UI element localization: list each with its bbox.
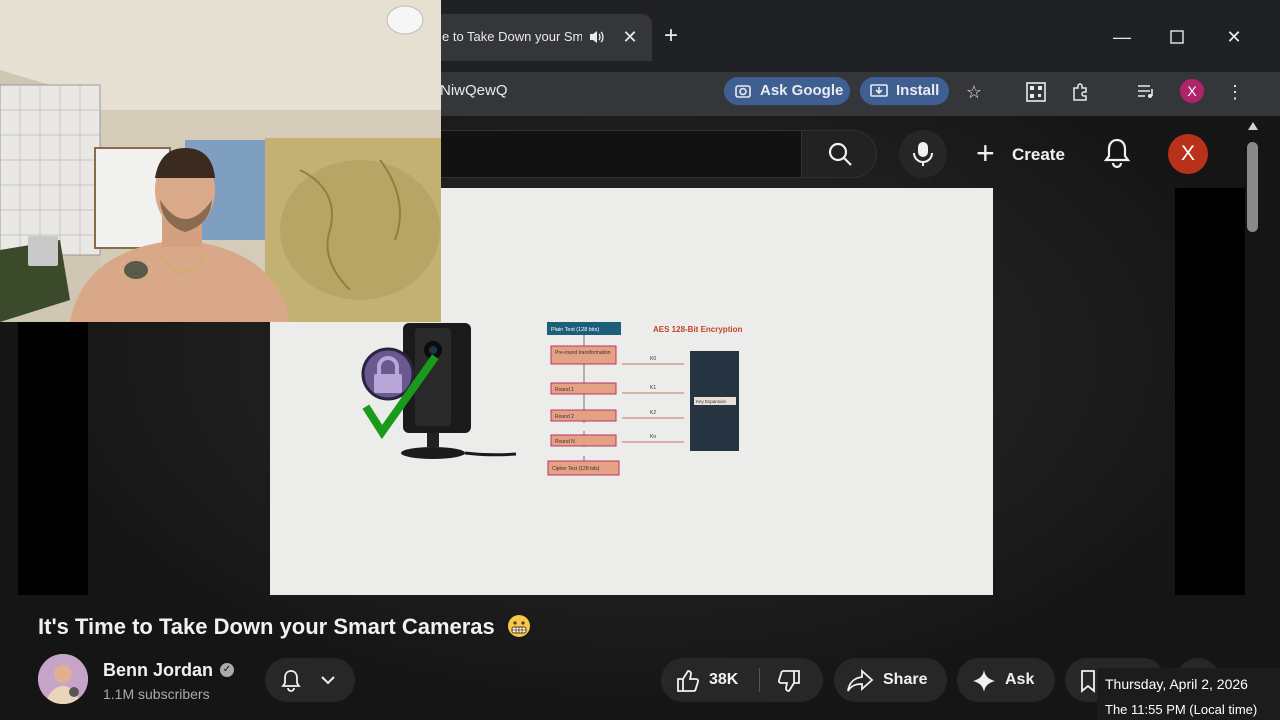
extensions-icon[interactable] xyxy=(1069,80,1093,104)
page-scrollbar[interactable] xyxy=(1246,122,1260,712)
lock-icon xyxy=(361,347,415,401)
share-button[interactable]: Share xyxy=(834,658,947,702)
search-input[interactable] xyxy=(440,130,802,178)
speaker-icon[interactable] xyxy=(588,28,606,46)
qr-code-icon[interactable] xyxy=(1024,80,1048,104)
channel-name[interactable]: Benn Jordan xyxy=(103,660,213,681)
create-button[interactable]: + Create xyxy=(972,130,1072,178)
subscribed-notifications-button[interactable] xyxy=(265,658,355,702)
player-letterbox-left xyxy=(18,321,88,595)
scrollbar-thumb[interactable] xyxy=(1247,142,1258,232)
grimace-emoji-icon xyxy=(507,615,530,637)
tab-close-icon[interactable]: ✕ xyxy=(618,25,642,49)
profile-avatar[interactable]: X xyxy=(1180,79,1204,103)
new-tab-button[interactable]: + xyxy=(658,24,684,50)
thumbs-down-icon xyxy=(777,670,800,692)
notifications-bell-icon[interactable] xyxy=(1100,136,1134,170)
tooltip-time: The 11:55 PM (Local time) xyxy=(1105,702,1258,717)
ask-label: Ask xyxy=(1005,671,1035,688)
browser-tab[interactable]: e to Take Down your Sm ✕ xyxy=(430,14,652,61)
diagram-input-label: Plain Text (128 bits) xyxy=(551,327,599,333)
sparkle-icon xyxy=(973,670,995,692)
microphone-icon xyxy=(913,142,933,166)
voice-search-button[interactable] xyxy=(899,130,947,178)
diagram-key-2: K2 xyxy=(650,410,656,416)
diagram-step-0: Pre-round transformation xyxy=(555,350,611,356)
diagram-key-0: K0 xyxy=(650,356,656,362)
more-menu-icon[interactable]: ⋮ xyxy=(1223,80,1247,104)
chevron-down-icon xyxy=(321,676,335,685)
diagram-title: AES 128-Bit Encryption xyxy=(653,325,742,334)
taskbar-clock-tooltip: Thursday, April 2, 2026 The 11:55 PM (Lo… xyxy=(1097,668,1280,720)
bell-icon xyxy=(281,670,301,692)
bookmark-star-icon[interactable]: ☆ xyxy=(962,80,986,104)
ask-google-button[interactable]: Ask Google xyxy=(724,77,850,105)
diagram-key-expansion: Key Expansion xyxy=(696,399,727,404)
account-avatar[interactable]: X xyxy=(1168,134,1208,174)
smart-camera-image xyxy=(401,323,517,459)
install-icon xyxy=(870,84,888,97)
window-close-icon[interactable]: ✕ xyxy=(1219,22,1249,52)
minimize-icon[interactable]: — xyxy=(1107,22,1137,52)
ask-button[interactable]: Ask xyxy=(957,658,1055,702)
diagram-step-1: Round 1 xyxy=(555,387,574,393)
tooltip-date: Thursday, April 2, 2026 xyxy=(1105,676,1248,692)
install-button[interactable]: Install xyxy=(860,77,949,105)
diagram-key-3: Kn xyxy=(650,434,656,440)
scroll-up-arrow-icon[interactable] xyxy=(1248,122,1258,130)
webcam-image xyxy=(0,0,441,322)
channel-avatar[interactable] xyxy=(38,654,88,704)
dislike-button[interactable] xyxy=(760,658,823,702)
share-icon xyxy=(847,668,874,692)
install-label: Install xyxy=(896,82,940,99)
diagram-output-label: Cipher Text (128 bits) xyxy=(552,466,600,472)
like-dislike-group: 38K xyxy=(661,658,823,702)
search-button[interactable] xyxy=(801,130,877,178)
tab-title: e to Take Down your Sm xyxy=(442,29,582,44)
address-bar-url[interactable]: NiwQewQ xyxy=(440,82,508,99)
maximize-icon[interactable] xyxy=(1162,22,1192,52)
diagram-step-2: Round 2 xyxy=(555,414,574,420)
subscriber-count: 1.1M subscribers xyxy=(103,686,210,702)
like-button[interactable]: 38K xyxy=(661,658,759,702)
lens-icon xyxy=(735,85,751,98)
verified-badge-icon: ✓ xyxy=(220,663,234,677)
create-label: Create xyxy=(1012,145,1065,164)
thumbs-up-icon xyxy=(677,670,700,692)
player-letterbox-right xyxy=(1175,188,1245,595)
webcam-overlay xyxy=(0,0,441,322)
media-queue-icon[interactable] xyxy=(1134,80,1158,104)
like-count: 38K xyxy=(709,671,739,688)
aes-diagram: Plain Text (128 bits) AES 128-Bit Encryp… xyxy=(547,322,742,476)
ask-google-label: Ask Google xyxy=(760,82,844,99)
video-title-text: It's Time to Take Down your Smart Camera… xyxy=(38,614,495,639)
plus-icon: + xyxy=(976,135,995,171)
search-icon xyxy=(828,142,852,166)
share-label: Share xyxy=(883,671,928,688)
video-title: It's Time to Take Down your Smart Camera… xyxy=(38,614,531,640)
diagram-key-1: K1 xyxy=(650,385,656,391)
diagram-step-3: Round N xyxy=(555,439,575,445)
